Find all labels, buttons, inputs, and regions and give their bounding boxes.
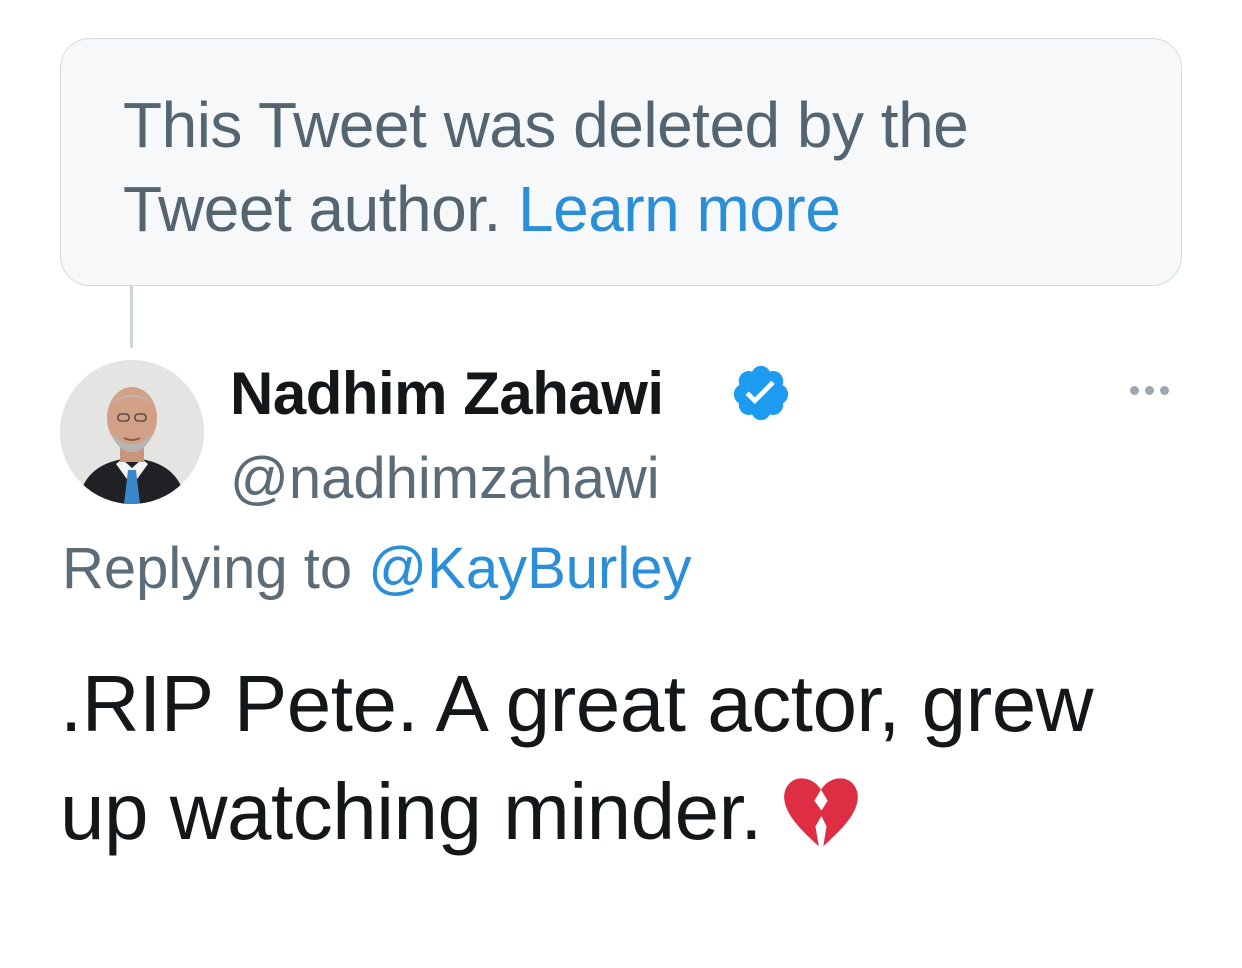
more-dot [1145,385,1154,395]
avatar-portrait [60,360,204,504]
more-dot [1160,385,1169,395]
avatar[interactable] [60,360,204,504]
replying-to-label: Replying to [62,536,369,601]
deleted-tweet-notice: This Tweet was deleted by the Tweet auth… [60,38,1182,286]
learn-more-link[interactable]: Learn more [518,173,841,245]
author-handle[interactable]: @nadhimzahawi [230,446,660,512]
more-options-icon[interactable] [1130,382,1180,398]
broken-heart-emoji-icon [784,778,858,847]
deleted-notice-text: This Tweet was deleted by the Tweet auth… [123,83,1121,251]
more-dot [1130,385,1139,395]
author-name[interactable]: Nadhim Zahawi [230,360,664,428]
verified-badge-icon [733,365,789,421]
replying-to-handle-link[interactable]: @KayBurley [368,536,691,601]
replying-to-line: Replying to @KayBurley [62,534,692,604]
thread-connector-line [130,286,133,348]
tweet-body-text: .RIP Pete. A great actor, grew up watchi… [60,659,1094,856]
tweet-text: .RIP Pete. A great actor, grew up watchi… [60,650,1200,866]
